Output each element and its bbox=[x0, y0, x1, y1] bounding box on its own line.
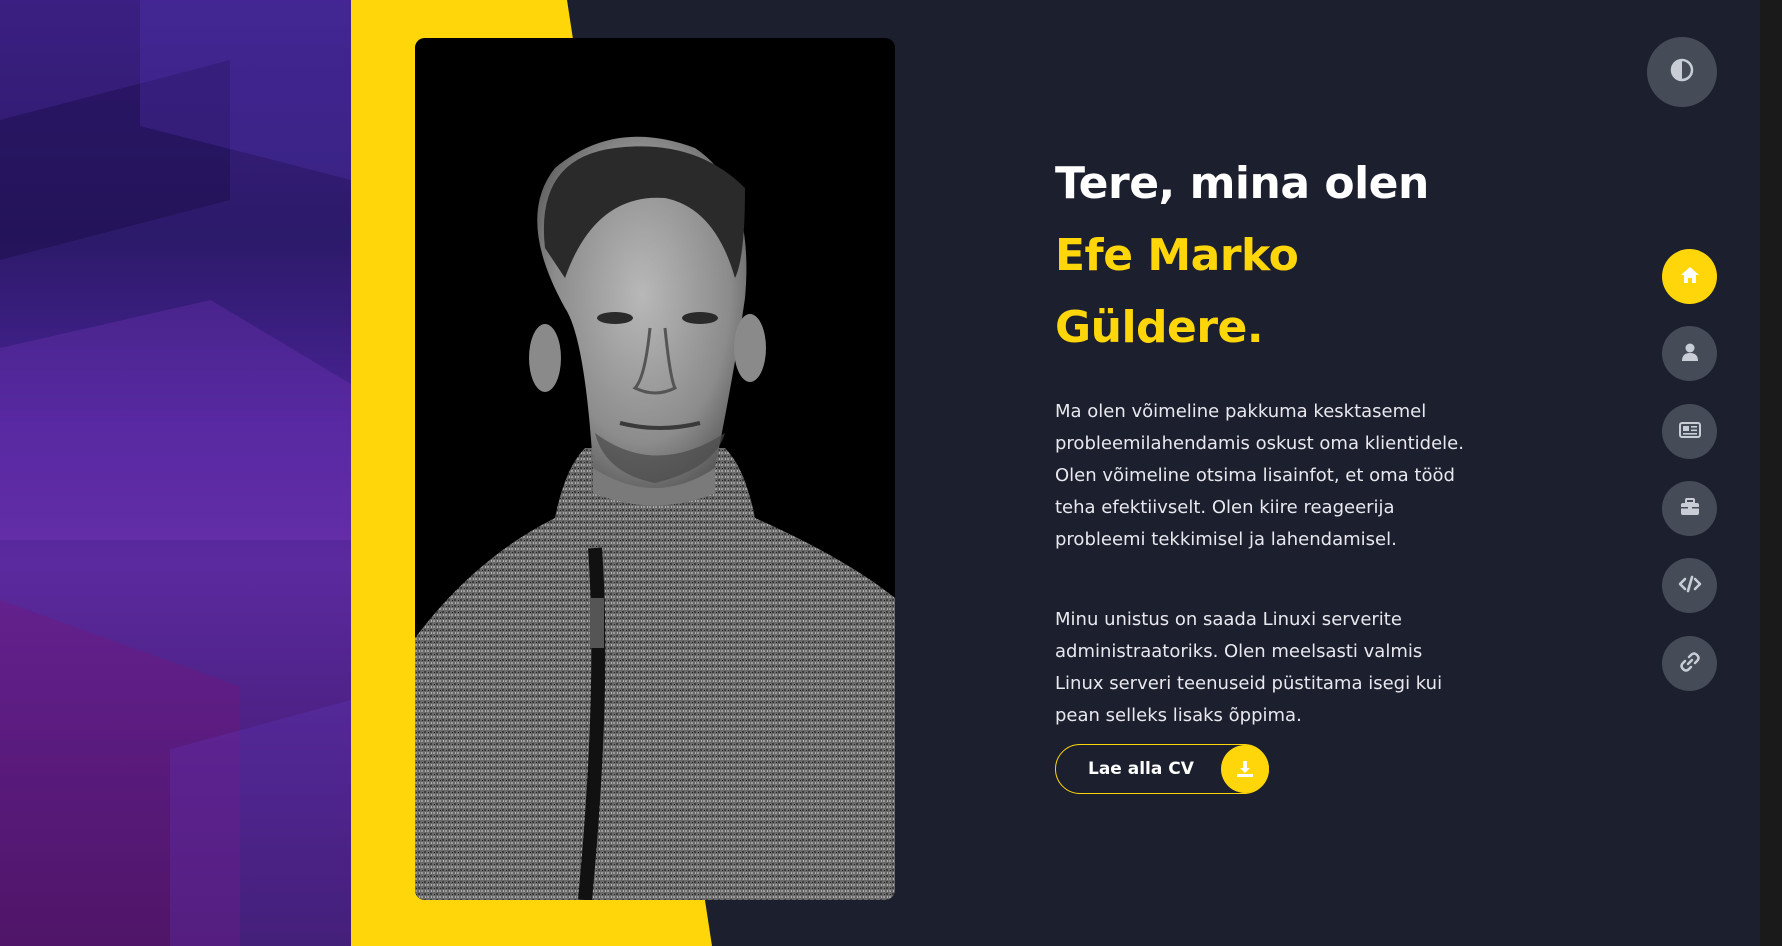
intro-paragraph: Ma olen võimeline pakkuma kesktasemel pr… bbox=[1055, 401, 1464, 550]
home-icon bbox=[1679, 264, 1701, 290]
nav-code-button[interactable] bbox=[1662, 558, 1717, 613]
nav-portfolio-button[interactable] bbox=[1662, 481, 1717, 536]
download-cv-button[interactable]: Lae alla CV bbox=[1055, 744, 1269, 794]
profile-photo bbox=[415, 38, 895, 900]
headline: Tere, mina olen Efe Marko Güldere. bbox=[1055, 148, 1525, 364]
dream-paragraph: Minu unistus on saada Linuxi serverite a… bbox=[1055, 609, 1443, 726]
nav-about-button[interactable] bbox=[1662, 326, 1717, 381]
code-icon bbox=[1678, 573, 1702, 599]
download-icon bbox=[1221, 745, 1269, 793]
link-icon bbox=[1679, 651, 1701, 677]
newspaper-icon bbox=[1678, 419, 1702, 445]
download-cv-label: Lae alla CV bbox=[1088, 759, 1194, 779]
theme-toggle-button[interactable] bbox=[1647, 37, 1717, 107]
intro-section: Tere, mina olen Efe Marko Güldere. Ma ol… bbox=[1055, 148, 1525, 750]
name-first: Efe Marko bbox=[1055, 230, 1299, 281]
main-panel: Tere, mina olen Efe Marko Güldere. Ma ol… bbox=[351, 0, 1760, 946]
contrast-icon bbox=[1670, 58, 1694, 86]
name-last: Güldere. bbox=[1055, 302, 1264, 353]
window-edge bbox=[1760, 0, 1782, 946]
nav-links-button[interactable] bbox=[1662, 636, 1717, 691]
nav-home-button[interactable] bbox=[1662, 249, 1717, 304]
user-icon bbox=[1679, 341, 1701, 367]
nav-resume-button[interactable] bbox=[1662, 404, 1717, 459]
briefcase-icon bbox=[1679, 496, 1701, 522]
greeting: Tere, mina olen bbox=[1055, 158, 1429, 209]
